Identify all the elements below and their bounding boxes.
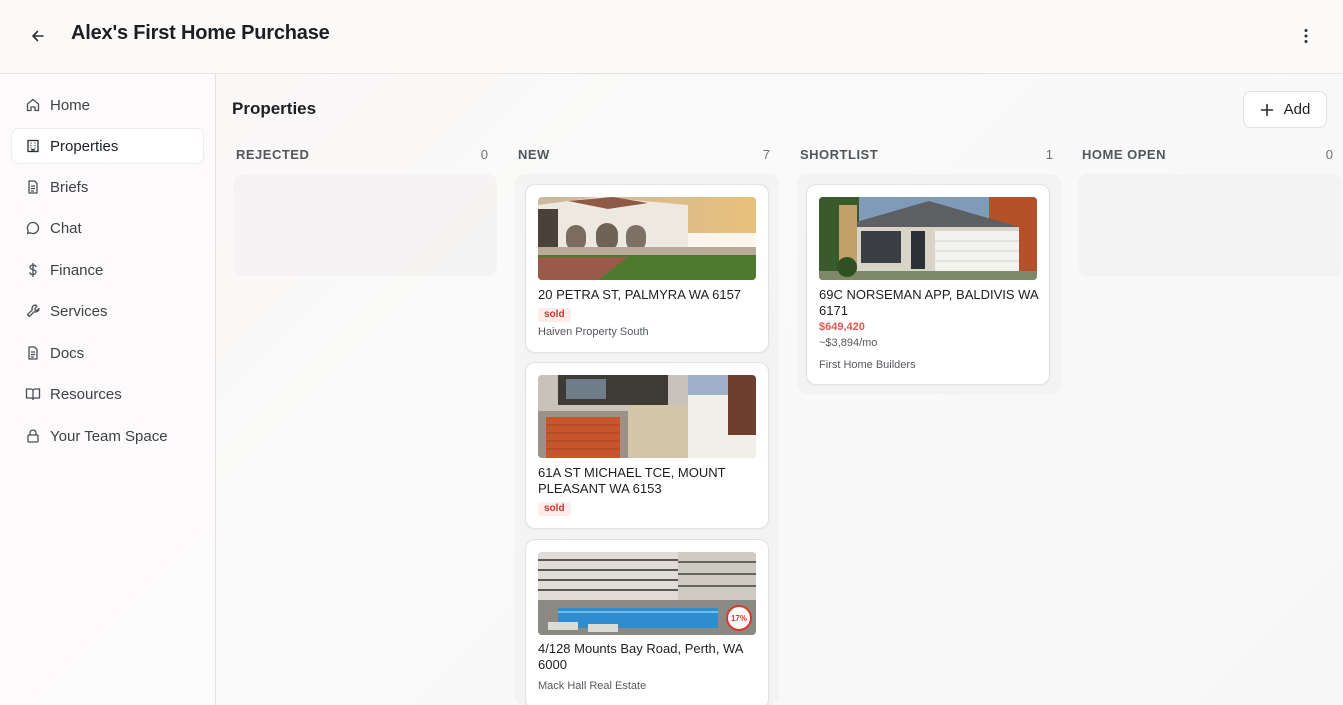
app-header: Alex's First Home Purchase bbox=[0, 0, 1343, 74]
sidebar-item-label: Briefs bbox=[50, 178, 89, 196]
sidebar-item-label: Properties bbox=[50, 137, 119, 155]
sidebar-item-docs[interactable]: Docs bbox=[12, 336, 203, 370]
column-count-home-open: 0 bbox=[1325, 147, 1333, 162]
property-card[interactable]: 20 PETRA ST, PALMYRA WA 6157 sold Haiven… bbox=[525, 184, 769, 353]
sidebar-item-team-space[interactable]: Your Team Space bbox=[12, 419, 203, 453]
status-badge: sold bbox=[538, 502, 571, 516]
sidebar-item-label: Docs bbox=[50, 344, 85, 362]
agency-name: Haiven Property South bbox=[538, 326, 649, 338]
column-header-new: NEW bbox=[518, 147, 550, 162]
property-price: $649,420 bbox=[819, 321, 865, 333]
column-header-rejected: REJECTED bbox=[236, 147, 310, 162]
sidebar-item-home[interactable]: Home bbox=[12, 88, 203, 122]
sidebar-item-resources[interactable]: Resources bbox=[12, 377, 203, 411]
sidebar-item-label: Home bbox=[50, 96, 91, 114]
column-count-shortlist: 1 bbox=[1045, 147, 1053, 162]
agency-name: Mack Hall Real Estate bbox=[538, 680, 647, 692]
home-icon bbox=[24, 96, 42, 114]
property-address: 4/128 Mounts Bay Road, Perth, WA 6000 bbox=[538, 641, 743, 672]
sidebar-item-label: Finance bbox=[50, 261, 104, 279]
column-rejected[interactable] bbox=[233, 174, 497, 276]
property-photo bbox=[538, 197, 756, 280]
dollar-icon bbox=[24, 261, 42, 279]
lock-icon bbox=[24, 427, 42, 445]
sidebar: Home Properties Briefs Chat Finance Serv… bbox=[0, 74, 216, 705]
sidebar-item-label: Your Team Space bbox=[50, 427, 168, 445]
column-count-new: 7 bbox=[762, 147, 770, 162]
property-card[interactable]: 69C NORSEMAN APP, BALDIVIS WA 6171 $649,… bbox=[806, 184, 1050, 385]
percent-badge: 17% bbox=[726, 605, 752, 631]
arrow-left-icon bbox=[32, 30, 44, 42]
property-card[interactable]: 61A ST MICHAEL TCE, MOUNT PLEASANT WA 61… bbox=[525, 362, 769, 529]
kebab-menu-icon bbox=[1304, 29, 1308, 43]
plus-icon bbox=[1260, 103, 1273, 116]
monthly-repayment: ~$3,894/mo bbox=[819, 337, 878, 349]
more-options-button[interactable] bbox=[1294, 24, 1318, 48]
column-header-shortlist: SHORTLIST bbox=[800, 147, 879, 162]
page-title: Alex's First Home Purchase bbox=[71, 22, 330, 44]
document-icon bbox=[24, 344, 42, 362]
property-photo bbox=[819, 197, 1037, 280]
property-address: 69C NORSEMAN APP, BALDIVIS WA 6171 bbox=[819, 287, 1038, 318]
column-count-rejected: 0 bbox=[480, 147, 488, 162]
section-title: Properties bbox=[232, 99, 317, 118]
sidebar-item-finance[interactable]: Finance bbox=[12, 253, 203, 287]
sidebar-item-label: Services bbox=[50, 302, 108, 320]
column-header-home-open: HOME OPEN bbox=[1082, 147, 1166, 162]
sidebar-item-services[interactable]: Services bbox=[12, 294, 203, 328]
sidebar-item-label: Chat bbox=[50, 219, 82, 237]
property-address: 20 PETRA ST, PALMYRA WA 6157 bbox=[538, 287, 742, 302]
sidebar-item-properties[interactable]: Properties bbox=[12, 129, 203, 163]
agency-name: First Home Builders bbox=[819, 359, 916, 371]
status-badge: sold bbox=[538, 308, 571, 322]
sidebar-item-label: Resources bbox=[50, 385, 122, 403]
wrench-icon bbox=[24, 302, 42, 320]
document-icon bbox=[24, 178, 42, 196]
sidebar-item-chat[interactable]: Chat bbox=[12, 211, 203, 245]
building-icon bbox=[24, 137, 42, 155]
property-photo: 17% bbox=[538, 552, 756, 635]
property-photo bbox=[538, 375, 756, 458]
chat-icon bbox=[24, 219, 42, 237]
add-property-button[interactable]: Add bbox=[1243, 91, 1327, 128]
add-button-label: Add bbox=[1283, 101, 1311, 118]
book-icon bbox=[24, 385, 42, 403]
property-card[interactable]: 17% 4/128 Mounts Bay Road, Perth, WA 600… bbox=[525, 539, 769, 705]
sidebar-item-briefs[interactable]: Briefs bbox=[12, 170, 203, 204]
property-address: 61A ST MICHAEL TCE, MOUNT PLEASANT WA 61… bbox=[538, 465, 726, 496]
back-button[interactable] bbox=[26, 24, 50, 48]
column-home-open[interactable] bbox=[1078, 174, 1342, 276]
